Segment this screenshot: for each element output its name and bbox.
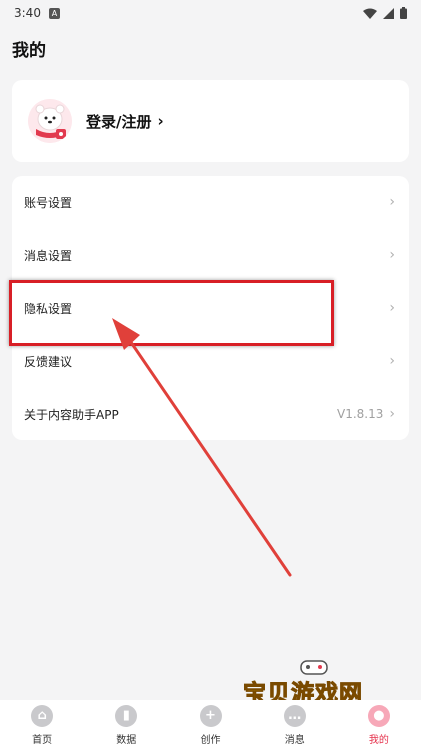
plus-icon: + — [199, 704, 222, 727]
tab-label: 数据 — [116, 734, 137, 746]
menu-item-label: 反馈建议 — [24, 354, 73, 369]
tab-label: 我的 — [368, 734, 389, 746]
menu-item-message-settings[interactable]: 消息设置 › — [12, 229, 409, 281]
tab-mine[interactable]: ● 我的 — [337, 700, 421, 750]
tab-label: 首页 — [32, 734, 53, 746]
user-icon: ● — [367, 704, 390, 727]
tab-messages[interactable]: … 消息 — [253, 700, 337, 750]
login-register-link[interactable]: 登录/注册 — [86, 111, 151, 132]
menu-item-account-settings[interactable]: 账号设置 › — [12, 176, 409, 228]
tab-label: 消息 — [284, 734, 305, 746]
profile-card[interactable]: 登录/注册 › — [12, 80, 409, 162]
tab-home[interactable]: ⌂ 首页 — [0, 700, 84, 750]
settings-menu: 账号设置 › 消息设置 › 隐私设置 › 反馈建议 › 关于内容助手APP V1… — [12, 176, 409, 440]
tab-label: 创作 — [200, 734, 221, 746]
page-title: 我的 — [12, 41, 46, 61]
app-version: V1.8.13 — [337, 407, 384, 421]
signal-icon — [383, 7, 394, 19]
notification-icon: A — [48, 7, 60, 19]
chevron-right-icon: › — [389, 353, 395, 369]
menu-item-label: 关于内容助手APP — [24, 407, 119, 422]
bottom-tab-bar: ⌂ 首页 ▮ 数据 + 创作 … 消息 ● 我的 — [0, 700, 421, 750]
menu-item-about-app[interactable]: 关于内容助手APP V1.8.13 › — [12, 388, 409, 440]
avatar[interactable] — [28, 99, 72, 143]
gamepad-icon — [300, 660, 328, 675]
wifi-icon — [363, 8, 377, 19]
status-indicators — [363, 7, 407, 19]
tab-data[interactable]: ▮ 数据 — [84, 700, 168, 750]
chevron-right-icon: › — [389, 406, 395, 422]
chevron-right-icon: › — [157, 112, 164, 130]
status-time: 3:40 — [14, 6, 41, 20]
chevron-right-icon: › — [389, 194, 395, 210]
menu-item-label: 隐私设置 — [24, 301, 73, 316]
battery-icon — [400, 7, 407, 19]
tab-create[interactable]: + 创作 — [168, 700, 252, 750]
menu-item-label: 消息设置 — [24, 248, 73, 263]
mascot-icon — [28, 99, 72, 143]
chevron-right-icon: › — [389, 300, 395, 316]
menu-item-feedback[interactable]: 反馈建议 › — [12, 335, 409, 387]
bar-chart-icon: ▮ — [115, 704, 138, 727]
status-bar: 3:40 A — [0, 0, 421, 26]
menu-item-privacy-settings[interactable]: 隐私设置 › — [12, 282, 409, 334]
message-icon: … — [283, 704, 306, 727]
home-icon: ⌂ — [31, 704, 54, 727]
chevron-right-icon: › — [389, 247, 395, 263]
menu-item-label: 账号设置 — [24, 195, 73, 210]
